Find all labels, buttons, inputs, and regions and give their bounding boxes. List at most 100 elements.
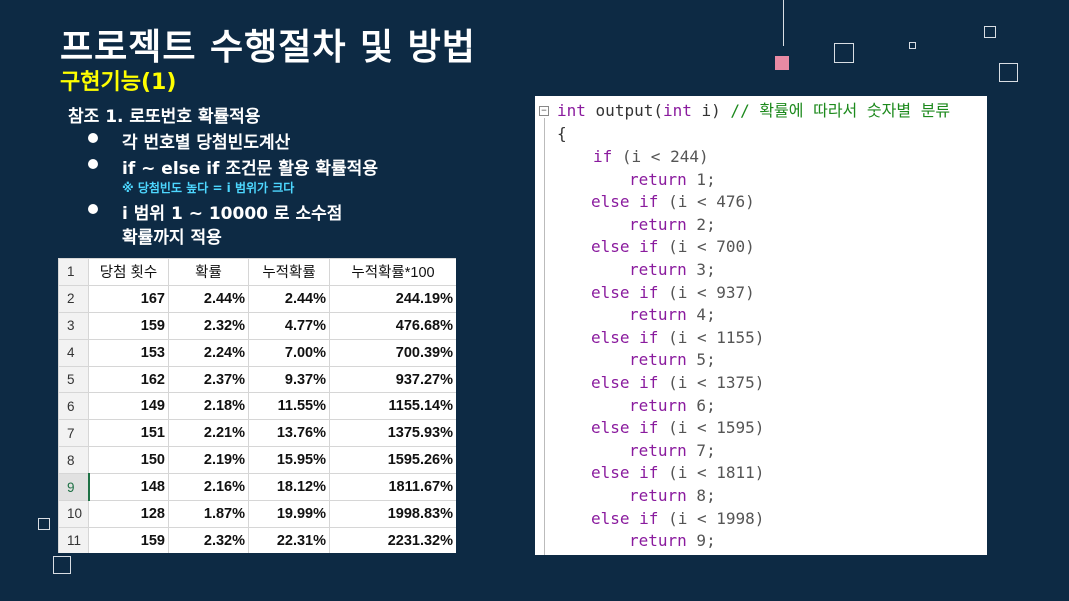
code-line-signature: int output(int i) // 확률에 따라서 숫자별 분류 (557, 100, 950, 122)
cell-cumulative-100[interactable]: 244.19% (329, 284, 456, 313)
code-line-return: return 2; (629, 214, 716, 236)
cell-cumulative[interactable]: 13.76% (248, 419, 330, 448)
code-condition: (i < 700) (658, 237, 755, 257)
code-condition: (i < 1595) (658, 418, 765, 438)
column-header[interactable]: 누적확률*100 (329, 258, 456, 286)
code-line-condition: else if (i < 1811) (591, 462, 764, 484)
spreadsheet-table: 1 당첨 횟수 확률 누적확률 누적확률*100 2 167 2.44% 2.44% 2… (58, 258, 456, 553)
note-bullet: 각 번호별 당첨빈도계산 (122, 133, 291, 153)
cell-cumulative-100[interactable]: 1155.14% (329, 392, 456, 421)
cell-cumulative-100[interactable]: 1375.93% (329, 419, 456, 448)
cell-cumulative[interactable]: 4.77% (248, 311, 330, 340)
code-return-value: 4; (686, 305, 716, 325)
cell-cumulative[interactable]: 2.44% (248, 284, 330, 313)
cell-count[interactable]: 148 (88, 473, 169, 502)
table-row: 4 153 2.24% 7.00% 700.39% (58, 338, 456, 367)
cell-cumulative-100[interactable]: 700.39% (329, 338, 456, 367)
row-header[interactable]: 5 (58, 365, 89, 394)
code-return-value: 6; (686, 395, 716, 415)
cell-cumulative[interactable]: 19.99% (248, 500, 330, 528)
code-line-condition: else if (i < 476) (591, 191, 755, 213)
cell-probability[interactable]: 2.24% (168, 338, 249, 367)
decor-square-outline (38, 518, 50, 530)
cell-probability[interactable]: 2.32% (168, 526, 249, 553)
fold-guide-line (544, 118, 545, 555)
code-keyword: else if (591, 282, 659, 302)
code-keyword: else if (591, 237, 659, 257)
slide: 프로젝트 수행절차 및 방법 구현기능(1) 참조 1. 로또번호 확률적용 각… (0, 0, 1069, 601)
cell-count[interactable]: 159 (88, 311, 169, 340)
code-line-return: return 9; (629, 530, 716, 552)
code-line-condition: else if (i < 1155) (591, 327, 764, 349)
cell-cumulative-100[interactable]: 1811.67% (329, 473, 456, 502)
cell-probability[interactable]: 2.18% (168, 392, 249, 421)
cell-probability[interactable]: 2.32% (168, 311, 249, 340)
cell-cumulative[interactable]: 15.95% (248, 446, 330, 475)
cell-count[interactable]: 151 (88, 419, 169, 448)
cell-count[interactable]: 159 (88, 526, 169, 553)
cell-cumulative[interactable]: 7.00% (248, 338, 330, 367)
cell-probability[interactable]: 2.16% (168, 473, 249, 502)
row-header[interactable]: 2 (58, 284, 89, 313)
cell-cumulative[interactable]: 18.12% (248, 473, 330, 502)
row-header[interactable]: 9 (58, 473, 90, 502)
column-header[interactable]: 당첨 횟수 (88, 258, 169, 286)
cell-count[interactable]: 149 (88, 392, 169, 421)
code-condition: (i < 1811) (658, 463, 765, 483)
cell-cumulative-100[interactable]: 937.27% (329, 365, 456, 394)
code-condition: (i < 1375) (658, 373, 765, 392)
column-header[interactable]: 누적확률 (248, 258, 330, 286)
cell-cumulative-100[interactable]: 1595.26% (329, 446, 456, 475)
cell-probability[interactable]: 1.87% (168, 500, 249, 528)
cell-cumulative[interactable]: 9.37% (248, 365, 330, 394)
code-line-return: return 3; (629, 259, 716, 281)
cell-cumulative-100[interactable]: 1998.83% (329, 500, 456, 528)
row-header[interactable]: 7 (58, 419, 89, 448)
cell-count[interactable]: 162 (88, 365, 169, 394)
code-return-value: 5; (686, 350, 716, 370)
row-header[interactable]: 10 (58, 500, 89, 528)
row-header[interactable]: 6 (58, 392, 89, 421)
cell-probability[interactable]: 2.37% (168, 365, 249, 394)
code-return-value: 2; (686, 214, 716, 234)
table-row: 7 151 2.21% 13.76% 1375.93% (58, 419, 456, 448)
code-editor: − int output(int i) // 확률에 따라서 숫자별 분류 { … (535, 96, 987, 555)
code-keyword: return (629, 395, 687, 415)
cell-probability[interactable]: 2.19% (168, 446, 249, 475)
slide-subtitle: 구현기능(1) (60, 70, 177, 95)
decor-square-outline (999, 63, 1018, 82)
cell-count[interactable]: 150 (88, 446, 169, 475)
cell-cumulative[interactable]: 22.31% (248, 526, 330, 553)
slide-title: 프로젝트 수행절차 및 방법 (60, 27, 476, 68)
code-line-condition: else if (i < 1595) (591, 417, 764, 439)
table-row: 2 167 2.44% 2.44% 244.19% (58, 284, 456, 313)
code-keyword: else if (591, 508, 659, 528)
bullet-dot (88, 204, 98, 214)
row-header[interactable]: 3 (58, 311, 89, 340)
cell-probability[interactable]: 2.44% (168, 284, 249, 313)
cell-count[interactable]: 167 (88, 284, 169, 313)
cell-count[interactable]: 128 (88, 500, 169, 528)
cell-count[interactable]: 153 (88, 338, 169, 367)
cell-cumulative[interactable]: 11.55% (248, 392, 330, 421)
row-header[interactable]: 1 (58, 258, 89, 286)
cell-probability[interactable]: 2.21% (168, 419, 249, 448)
table-row: 8 150 2.19% 15.95% 1595.26% (58, 446, 456, 475)
spreadsheet: 1 당첨 횟수 확률 누적확률 누적확률*100 2 167 2.44% 2.44% 2… (58, 258, 456, 553)
code-return-value: 1; (686, 169, 716, 189)
code-keyword: return (629, 169, 687, 189)
code-keyword: if (593, 147, 613, 166)
code-keyword: int (557, 101, 586, 120)
code-keyword: else if (591, 373, 659, 392)
code-keyword: return (629, 440, 687, 460)
column-header[interactable]: 확률 (168, 258, 249, 286)
fold-toggle-icon[interactable]: − (539, 106, 549, 116)
table-row: 3 159 2.32% 4.77% 476.68% (58, 311, 456, 340)
row-header[interactable]: 4 (58, 338, 89, 367)
row-header[interactable]: 11 (58, 526, 89, 553)
cell-cumulative-100[interactable]: 2231.32% (329, 526, 456, 553)
code-return-value: 9; (686, 531, 716, 551)
row-header[interactable]: 8 (58, 446, 89, 475)
cell-cumulative-100[interactable]: 476.68% (329, 311, 456, 340)
code-return-value: 3; (686, 260, 716, 279)
